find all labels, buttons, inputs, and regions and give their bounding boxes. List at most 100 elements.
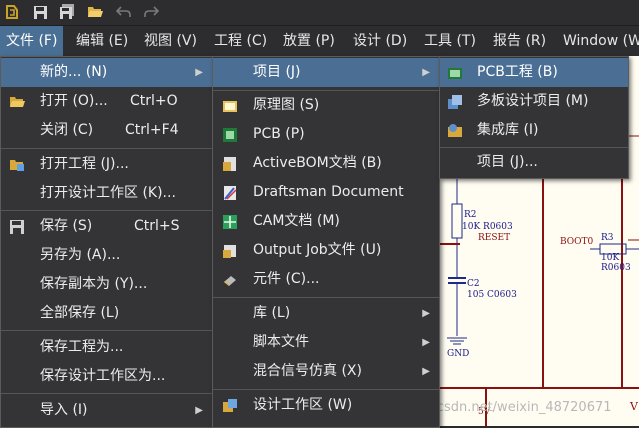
file-menu-item-label: 全部保存 (L): [40, 305, 120, 321]
new-menu-item-label: 混合信号仿真 (X): [253, 363, 362, 379]
new-menu-item-pcb[interactable]: PCB (P): [213, 120, 439, 149]
new-menu-item-output-job[interactable]: Output Job文件 (U): [213, 236, 439, 265]
menu-edit[interactable]: 编辑 (E): [70, 26, 134, 56]
submenu-arrow-icon: ▶: [195, 405, 203, 416]
file-menu-item-save-project-as[interactable]: 保存工程为...: [1, 333, 212, 362]
reset-net-label: RESET: [478, 233, 511, 243]
file-menu-item-label: 保存副本为 (Y)...: [40, 276, 148, 292]
new-menu-item-component[interactable]: 元件 (C)...: [213, 265, 439, 294]
project-menu-item-label: 多板设计项目 (M): [477, 93, 589, 109]
submenu-arrow-icon: ▶: [422, 366, 430, 377]
menu-bar: 文件 (F) 编辑 (E) 视图 (V) 工程 (C) 放置 (P) 设计 (D…: [0, 26, 639, 56]
project-menu-item-integrated-lib[interactable]: 集成库 (I): [440, 116, 628, 145]
menu-place[interactable]: 放置 (P): [277, 26, 341, 56]
file-menu-item-new[interactable]: 新的... (N) ▶: [1, 58, 212, 87]
save-icon[interactable]: [31, 3, 49, 21]
new-menu-item-mixed-sim[interactable]: 混合信号仿真 (X) ▶: [213, 357, 439, 386]
open-folder-icon: [10, 97, 25, 107]
project-menu-item-project[interactable]: 项目 (J)...: [440, 148, 628, 177]
new-menu-item-label: Draftsman Document: [253, 184, 404, 200]
file-menu-item-save-copy-as[interactable]: 保存副本为 (Y)...: [1, 270, 212, 299]
v-net-label: V: [630, 400, 638, 413]
new-menu-item-library[interactable]: 库 (L) ▶: [213, 299, 439, 328]
workspace-icon: [223, 399, 237, 412]
open-folder-icon[interactable]: [86, 3, 104, 21]
r3-reference: R3: [601, 233, 614, 243]
file-menu-item-open[interactable]: 打开 (O)... Ctrl+O: [1, 87, 212, 116]
file-menu-item-save-workspace-as[interactable]: 保存设计工作区为...: [1, 362, 212, 391]
new-menu-item-label: ActiveBOM文档 (B): [253, 155, 382, 171]
shortcut-label: Ctrl+S: [134, 218, 180, 234]
save-icon: [10, 220, 24, 234]
quick-access-toolbar: [0, 0, 639, 26]
menu-window[interactable]: Window (W: [557, 26, 639, 56]
file-menu-item-save[interactable]: 保存 (S) Ctrl+S: [1, 212, 212, 241]
new-menu-item-label: 设计工作区 (W): [253, 397, 353, 413]
project-menu-item-multiboard[interactable]: 多板设计项目 (M): [440, 87, 628, 116]
file-menu-item-save-all[interactable]: 全部保存 (L): [1, 299, 212, 328]
new-menu-item-label: CAM文档 (M): [253, 213, 340, 229]
menu-tools[interactable]: 工具 (T): [418, 26, 482, 56]
app-logo-icon: [3, 3, 21, 21]
new-menu-item-schematic[interactable]: 原理图 (S): [213, 91, 439, 120]
file-menu-item-label: 另存为 (A)...: [40, 247, 121, 263]
menu-reports[interactable]: 报告 (R): [487, 26, 552, 56]
menu-separator: [213, 297, 439, 298]
c2-value: 105 C0603: [467, 290, 517, 300]
file-menu-item-label: 导入 (I): [40, 402, 88, 418]
project-menu-item-label: 项目 (J)...: [477, 154, 538, 170]
open-project-icon: [10, 160, 24, 171]
menu-separator: [1, 330, 212, 331]
bom-doc-icon: [223, 157, 236, 171]
c2-reference: C2: [467, 279, 480, 289]
new-submenu: 项目 (J) ▶ 原理图 (S) PCB (P) ActiveBOM文档 (B)…: [212, 56, 440, 428]
file-menu-item-label: 保存设计工作区为...: [40, 368, 166, 384]
file-menu-item-label: 打开工程 (J)...: [40, 156, 129, 172]
file-menu-item-label: 保存工程为...: [40, 339, 124, 355]
new-menu-item-label: 库 (L): [253, 305, 291, 321]
file-menu-item-close[interactable]: 关闭 (C) Ctrl+F4: [1, 116, 212, 145]
file-menu-item-label: 打开设计工作区 (K)...: [40, 185, 176, 201]
r2-reference: R2: [464, 210, 477, 220]
menu-separator: [1, 148, 212, 149]
menu-project[interactable]: 工程 (C): [208, 26, 273, 56]
multiboard-icon: [448, 95, 462, 109]
new-menu-item-workspace[interactable]: 设计工作区 (W): [213, 391, 439, 420]
menu-file[interactable]: 文件 (F): [0, 26, 64, 56]
menu-view[interactable]: 视图 (V): [138, 26, 203, 56]
new-menu-item-script[interactable]: 脚本文件 ▶: [213, 328, 439, 357]
menu-design[interactable]: 设计 (D): [347, 26, 413, 56]
file-menu-item-open-project[interactable]: 打开工程 (J)...: [1, 150, 212, 179]
new-menu-item-label: Output Job文件 (U): [253, 242, 382, 258]
file-menu-item-open-workspace[interactable]: 打开设计工作区 (K)...: [1, 179, 212, 208]
save-all-icon[interactable]: [58, 3, 76, 21]
menu-separator: [213, 389, 439, 390]
project-menu-item-label: PCB工程 (B): [477, 64, 558, 80]
new-menu-item-label: 原理图 (S): [253, 97, 320, 113]
pcb-project-icon: [448, 68, 462, 79]
submenu-arrow-icon: ▶: [422, 67, 430, 78]
redo-icon[interactable]: [142, 3, 160, 21]
r2-value: 10K R0603: [462, 222, 513, 232]
r3-value: 10K R0603: [601, 253, 631, 273]
new-menu-item-draftsman[interactable]: Draftsman Document: [213, 178, 439, 207]
shortcut-label: Ctrl+O: [130, 93, 178, 109]
schematic-doc-icon: [223, 101, 237, 112]
draftsman-doc-icon: [224, 186, 237, 200]
new-menu-item-project[interactable]: 项目 (J) ▶: [213, 58, 439, 87]
new-menu-item-activebom[interactable]: ActiveBOM文档 (B): [213, 149, 439, 178]
cam-doc-icon: [223, 215, 237, 229]
submenu-arrow-icon: ▶: [422, 337, 430, 348]
component-icon: [224, 276, 236, 286]
shortcut-label: Ctrl+F4: [125, 122, 179, 138]
file-menu-item-save-as[interactable]: 另存为 (A)...: [1, 241, 212, 270]
file-menu-item-label: 打开 (O)...: [40, 93, 108, 109]
file-menu-item-label: 新的... (N): [40, 64, 108, 80]
submenu-arrow-icon: ▶: [195, 67, 203, 78]
project-menu-item-pcb-project[interactable]: PCB工程 (B): [440, 58, 628, 87]
file-menu-item-import[interactable]: 导入 (I) ▶: [1, 396, 212, 425]
undo-icon[interactable]: [115, 3, 133, 21]
file-menu-item-label: 关闭 (C): [40, 122, 94, 138]
file-menu-item-label: 保存 (S): [40, 218, 93, 234]
new-menu-item-cam[interactable]: CAM文档 (M): [213, 207, 439, 236]
